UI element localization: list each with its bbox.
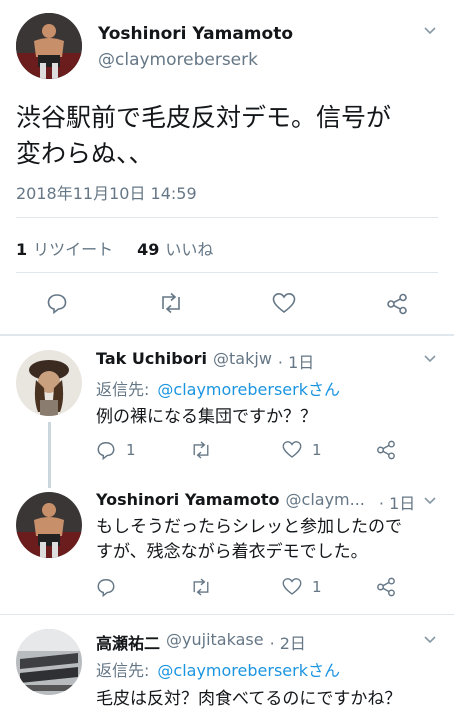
retweet-label[interactable]: リツイート [33, 236, 113, 260]
like-count: 1 [312, 577, 322, 596]
avatar[interactable] [16, 629, 82, 695]
reply-to: 返信先: @claymoreberserkさん [96, 657, 340, 681]
divider [16, 272, 438, 273]
section-divider [0, 334, 454, 336]
reply-count: 1 [126, 441, 136, 459]
author-name[interactable]: 高瀬祐二 [96, 630, 160, 654]
author-handle[interactable]: @takjw [213, 349, 272, 373]
chevron-down-icon[interactable] [424, 27, 436, 35]
author-name[interactable]: Yoshinori Yamamoto [96, 490, 280, 514]
chevron-down-icon[interactable] [424, 636, 436, 644]
like-button[interactable]: 1 [282, 577, 322, 596]
reply-icon[interactable] [96, 577, 116, 597]
reply-header: Yoshinori Yamamoto @claym... · 1日 [96, 490, 415, 514]
tweet-stats: 1 リツイート 49 いいね [16, 236, 213, 260]
retweet-icon[interactable] [158, 292, 184, 314]
like-icon [282, 578, 302, 595]
reply-button[interactable]: 1 [96, 440, 136, 460]
tweet-text-line: 渋谷駅前で毛皮反対デモ。信号が [16, 103, 392, 132]
reply-to-link[interactable]: @claymoreberserkさん [157, 376, 340, 400]
author-handle[interactable]: @claym... [286, 490, 365, 514]
share-icon[interactable] [376, 440, 396, 460]
author-name[interactable]: Tak Uchibori [96, 349, 207, 373]
like-icon [282, 441, 302, 458]
avatar[interactable] [16, 492, 82, 558]
tweet-text-line: 変わらぬ、、 [16, 139, 154, 168]
avatar[interactable] [16, 13, 82, 79]
like-button[interactable]: 1 [282, 440, 322, 459]
retweet-icon[interactable] [190, 577, 212, 597]
reply-to: 返信先: @claymoreberserkさん [96, 376, 340, 400]
reply-header: Tak Uchibori @takjw · 1日 [96, 349, 314, 373]
reply-prefix: 返信先: [96, 380, 150, 399]
share-icon[interactable] [376, 577, 396, 597]
chevron-down-icon[interactable] [424, 355, 436, 363]
reply-text-line: すが、残念ながら着衣デモでした。 [96, 542, 368, 562]
like-count: 1 [312, 440, 322, 459]
divider [0, 614, 454, 615]
chevron-down-icon[interactable] [424, 497, 436, 505]
avatar[interactable] [16, 350, 82, 416]
thread-line [48, 422, 51, 488]
reply-time[interactable]: · 2日 [270, 630, 306, 654]
retweet-count[interactable]: 1 [16, 240, 27, 259]
reply-prefix: 返信先: [96, 661, 150, 680]
author-name[interactable]: Yoshinori Yamamoto [98, 24, 293, 44]
reply-icon [97, 441, 115, 460]
reply-text: 毛皮は反対？肉食べてるのにですかね？ [96, 689, 402, 709]
author-handle[interactable]: @claymoreberserk [98, 50, 258, 70]
reply-text: 例の裸になる集団ですか？？ [96, 407, 317, 427]
like-icon[interactable] [272, 292, 296, 314]
timestamp[interactable]: 2018年11月10日 14:59 [16, 180, 197, 204]
reply-header: 高瀬祐二 @yujitakase · 2日 [96, 630, 306, 654]
reply-time[interactable]: · 1日 [278, 349, 314, 373]
reply-time[interactable]: · 1日 [379, 490, 415, 514]
author-handle[interactable]: @yujitakase [166, 630, 264, 654]
share-icon[interactable] [386, 293, 408, 315]
divider [16, 217, 438, 218]
tweet-text: 渋谷駅前で毛皮反対デモ。信号が 変わらぬ、、 [16, 100, 391, 172]
like-label[interactable]: いいね [165, 236, 213, 260]
retweet-icon[interactable] [190, 440, 212, 460]
reply-text-line: もしそうだったらシレッと参加したので [96, 517, 402, 537]
reply-icon[interactable] [46, 292, 68, 314]
reply-to-link[interactable]: @claymoreberserkさん [157, 657, 340, 681]
like-count[interactable]: 49 [137, 240, 159, 259]
reply-text: もしそうだったらシレッと参加したので すが、残念ながら着衣デモでした。 [96, 515, 402, 565]
